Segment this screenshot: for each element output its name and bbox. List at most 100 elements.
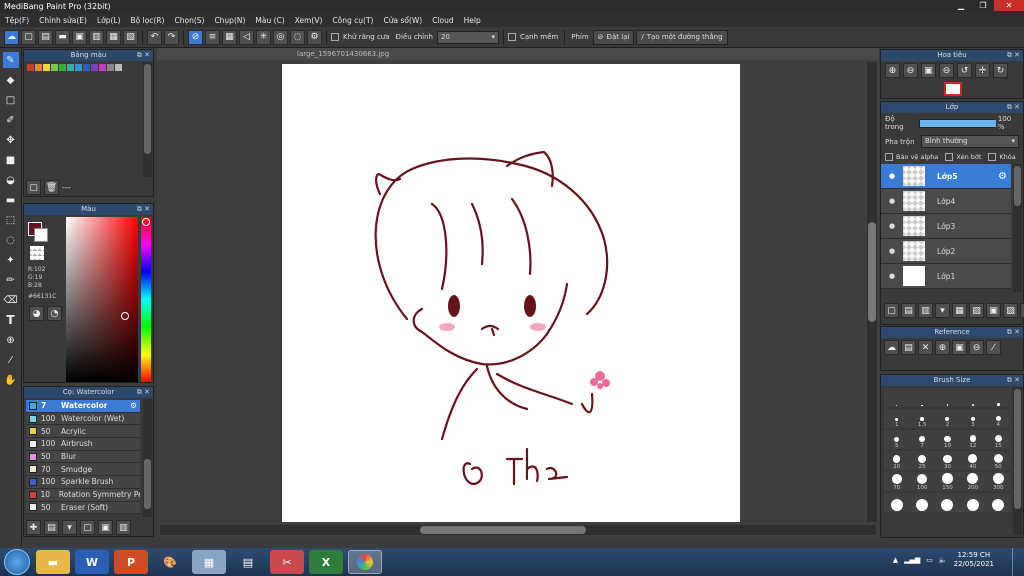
brush-scrollbar[interactable]: [143, 399, 152, 517]
transparent-color-swatch[interactable]: [30, 246, 44, 260]
close-icon[interactable]: ✕: [994, 0, 1024, 11]
brush-size-cell[interactable]: 3: [960, 409, 986, 428]
panel-close-icon[interactable]: ⧉ ✕: [137, 204, 150, 215]
document-tab[interactable]: large_1596701430663.jpg: [157, 48, 879, 60]
brush-delete-icon[interactable]: ▥: [116, 520, 131, 535]
brush-size-cell[interactable]: 30: [934, 451, 961, 470]
rotate-left-icon[interactable]: ↺: [957, 63, 972, 78]
add-swatch-icon[interactable]: ▢: [26, 180, 41, 195]
edge-checkbox[interactable]: [508, 33, 516, 41]
new-8bit-layer-icon[interactable]: ▥: [918, 303, 933, 318]
visibility-icon[interactable]: ●: [881, 247, 903, 255]
share-icon[interactable]: ▥: [89, 29, 104, 45]
color-swatch[interactable]: [115, 64, 122, 71]
brush-size-cell[interactable]: [960, 388, 986, 407]
vertical-scrollbar[interactable]: [867, 62, 877, 522]
snap-off-icon[interactable]: ⊘: [188, 29, 203, 45]
color-swatch[interactable]: [51, 64, 58, 71]
dot-tool-icon[interactable]: □: [3, 92, 19, 108]
eraser-tool-icon[interactable]: ◆: [3, 72, 19, 88]
zoom-actual-icon[interactable]: ⊖: [939, 63, 954, 78]
palette-icon[interactable]: ◕: [29, 306, 44, 321]
pen-tool-icon[interactable]: ✐: [3, 112, 19, 128]
layer-merge-icon[interactable]: ▨: [1003, 303, 1018, 318]
color-picker-icon[interactable]: ◔: [47, 306, 62, 321]
gear-icon[interactable]: ⚙: [998, 171, 1007, 182]
perspective-snap-icon[interactable]: ◁: [239, 29, 254, 45]
parallel-snap-icon[interactable]: ≡: [205, 29, 220, 45]
reset-button[interactable]: ⊘ Đặt lại: [592, 29, 635, 45]
layer-delete-icon[interactable]: ▧: [969, 303, 984, 318]
save-icon[interactable]: ▣: [72, 29, 87, 45]
brush-list-item[interactable]: 100 Sparkle Brush: [26, 476, 140, 489]
zoom-out-icon[interactable]: ⊖: [903, 63, 918, 78]
powerpoint-icon[interactable]: P: [114, 550, 148, 574]
brush-size-cell[interactable]: [934, 388, 961, 407]
brush-import-icon[interactable]: ▾: [62, 520, 77, 535]
brush-size-cell[interactable]: 10: [934, 430, 961, 449]
brush-folder-icon[interactable]: ▤: [44, 520, 59, 535]
radial-snap-icon[interactable]: ✳: [256, 29, 271, 45]
gear-icon[interactable]: ⚙: [130, 401, 137, 410]
redo-icon[interactable]: ↷: [164, 29, 179, 45]
undo-icon[interactable]: ↶: [147, 29, 162, 45]
brush-size-cell[interactable]: 50: [985, 451, 1011, 470]
brush-size-cell[interactable]: 20: [884, 451, 910, 470]
menu-layer[interactable]: Lớp(L): [92, 16, 126, 25]
color-swatch[interactable]: [83, 64, 90, 71]
panel-close-icon[interactable]: ⧉ ✕: [137, 50, 150, 61]
show-desktop-button[interactable]: [1012, 548, 1024, 576]
protect-alpha-checkbox[interactable]: [885, 153, 893, 161]
move-tool-icon[interactable]: ✥: [3, 132, 19, 148]
select-tool-icon[interactable]: ⬚: [3, 212, 19, 228]
brush-size-cell[interactable]: [884, 388, 910, 407]
magic-wand-icon[interactable]: ✦: [3, 252, 19, 268]
menu-window[interactable]: Cửa sổ(W): [378, 16, 427, 25]
zoom-in-icon[interactable]: ⊕: [935, 340, 950, 355]
color-swatch[interactable]: [99, 64, 106, 71]
gradient-tool-icon[interactable]: ▬: [3, 192, 19, 208]
network-icon[interactable]: ▤: [231, 550, 265, 574]
brush-size-cell[interactable]: 150: [934, 472, 961, 491]
fit-icon[interactable]: ▣: [921, 63, 936, 78]
color-swatch[interactable]: [75, 64, 82, 71]
open-folder-icon[interactable]: ▤: [901, 340, 916, 355]
tray-arrow-icon[interactable]: ▲: [893, 556, 898, 564]
curve-snap-icon[interactable]: ◌: [290, 29, 305, 45]
grid-icon[interactable]: ▧: [123, 29, 138, 45]
close-reference-icon[interactable]: ✕: [918, 340, 933, 355]
excel-icon[interactable]: X: [309, 550, 343, 574]
color-swatch[interactable]: [43, 64, 50, 71]
panel-close-icon[interactable]: ⧉ ✕: [1007, 375, 1020, 386]
maximize-icon[interactable]: ❐: [972, 0, 994, 11]
eyedropper-icon[interactable]: ⁄: [3, 352, 19, 368]
layer-row[interactable]: ● Lớp3: [881, 214, 1011, 239]
color-cursor[interactable]: [121, 312, 129, 320]
eyedropper-icon[interactable]: ⁄: [986, 340, 1001, 355]
brush-size-cell[interactable]: 12: [960, 430, 986, 449]
antialias-checkbox[interactable]: [331, 33, 339, 41]
select-eraser-icon[interactable]: ⌫: [3, 292, 19, 308]
brush-size-cell[interactable]: 1.5: [909, 409, 935, 428]
brush-size-scrollbar[interactable]: [1013, 387, 1022, 535]
delete-swatch-icon[interactable]: 🗑: [44, 180, 59, 195]
visibility-icon[interactable]: ●: [881, 172, 903, 180]
brush-size-cell[interactable]: [934, 493, 961, 512]
monitor-icon[interactable]: ▭: [926, 556, 933, 564]
brush-list-item[interactable]: 100 Airbrush: [26, 438, 140, 451]
cloud-icon[interactable]: ☁: [884, 340, 899, 355]
panel-close-icon[interactable]: ⧉ ✕: [1007, 327, 1020, 338]
grid-snap-icon[interactable]: ▦: [222, 29, 237, 45]
layer-menu-icon[interactable]: ▾: [935, 303, 950, 318]
select-pen-icon[interactable]: ✏: [3, 272, 19, 288]
zoom-in-icon[interactable]: ⊕: [885, 63, 900, 78]
visibility-icon[interactable]: ●: [881, 222, 903, 230]
medibang-icon[interactable]: [348, 550, 382, 574]
blend-select[interactable]: Bình thường ▾: [921, 135, 1019, 148]
horizontal-scroll-thumb[interactable]: [420, 526, 586, 534]
color-swatch[interactable]: [35, 64, 42, 71]
color-swatch[interactable]: [67, 64, 74, 71]
layer-row[interactable]: ● Lớp1: [881, 264, 1011, 289]
saturation-value-picker[interactable]: [66, 217, 138, 382]
brush-settings-icon[interactable]: ▣: [98, 520, 113, 535]
